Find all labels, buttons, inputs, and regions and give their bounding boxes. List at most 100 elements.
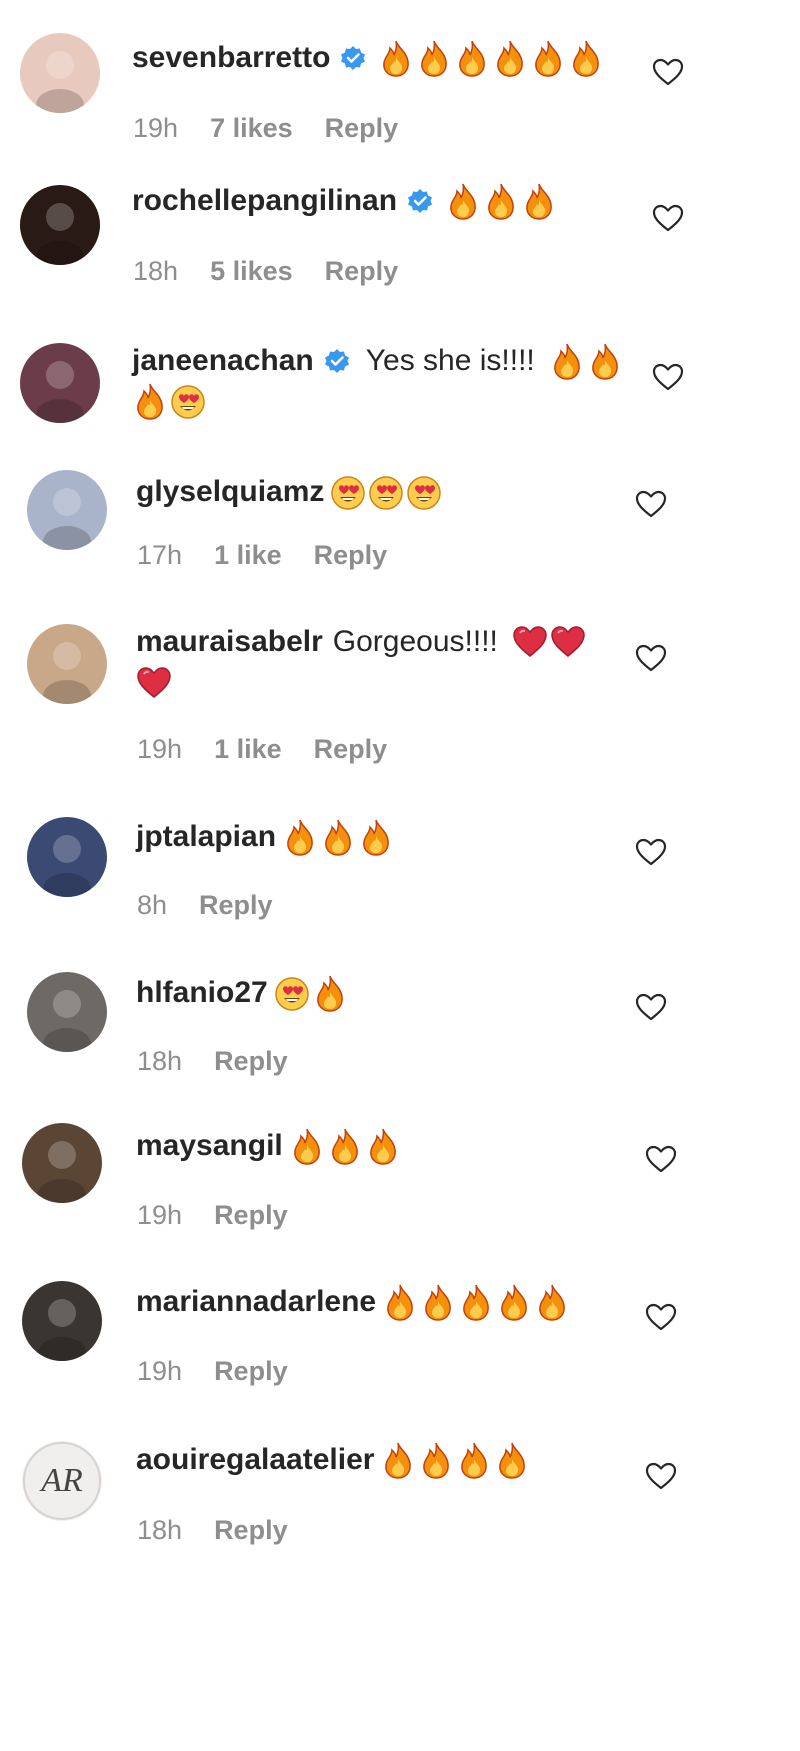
comment-meta: 19h 7 likes Reply bbox=[133, 111, 398, 145]
comment-line: rochellepangilinan bbox=[132, 181, 559, 221]
fire-emoji bbox=[380, 1441, 416, 1479]
comment-time[interactable]: 19h bbox=[133, 111, 178, 145]
comment-username[interactable]: mariannadarlene bbox=[136, 1282, 376, 1322]
heart-outline-icon[interactable] bbox=[652, 203, 684, 233]
heart-outline-icon[interactable] bbox=[635, 992, 667, 1022]
comment-username[interactable]: sevenbarretto bbox=[132, 38, 330, 78]
heart-outline-icon[interactable] bbox=[635, 489, 667, 519]
heart-eyes-emoji bbox=[368, 473, 404, 511]
heart-outline-icon[interactable] bbox=[652, 362, 684, 392]
reply-button[interactable]: Reply bbox=[214, 1044, 288, 1078]
avatar[interactable] bbox=[22, 1281, 102, 1361]
comment-username[interactable]: mauraisabelr bbox=[136, 622, 323, 662]
emoji-group bbox=[330, 473, 444, 511]
comment: sevenbarretto 19h 7 likes Reply bbox=[0, 18, 800, 168]
comment-meta: 18h Reply bbox=[137, 1513, 288, 1547]
avatar[interactable] bbox=[20, 343, 100, 423]
comment-likes[interactable]: 7 likes bbox=[210, 111, 293, 145]
fire-emoji bbox=[568, 39, 604, 77]
heart-outline-icon[interactable] bbox=[645, 1144, 677, 1174]
comment-text: Gorgeous!!!! bbox=[332, 625, 498, 658]
avatar[interactable] bbox=[20, 185, 100, 265]
comment-time[interactable]: 18h bbox=[133, 254, 178, 288]
avatar[interactable] bbox=[27, 817, 107, 897]
avatar[interactable] bbox=[22, 1123, 102, 1203]
emoji-group bbox=[289, 1127, 403, 1165]
fire-emoji bbox=[282, 818, 318, 856]
reply-button[interactable]: Reply bbox=[199, 888, 273, 922]
fire-emoji bbox=[549, 342, 585, 380]
comment-meta: 19h 1 like Reply bbox=[137, 732, 387, 766]
avatar[interactable]: AR bbox=[22, 1441, 102, 1521]
comment-username[interactable]: aouiregalaatelier bbox=[136, 1440, 374, 1480]
verified-badge-icon bbox=[407, 188, 433, 214]
heart-eyes-emoji bbox=[406, 473, 442, 511]
comment-time[interactable]: 17h bbox=[137, 538, 182, 572]
avatar[interactable] bbox=[27, 972, 107, 1052]
fire-emoji bbox=[534, 1283, 570, 1321]
heart-outline-icon[interactable] bbox=[652, 57, 684, 87]
fire-emoji bbox=[365, 1127, 401, 1165]
reply-button[interactable]: Reply bbox=[314, 538, 388, 572]
comment-meta: 17h 1 like Reply bbox=[137, 538, 387, 572]
comment-username[interactable]: rochellepangilinan bbox=[132, 181, 397, 221]
emoji-group bbox=[445, 182, 559, 220]
reply-button[interactable]: Reply bbox=[214, 1513, 288, 1547]
comment-meta: 19h Reply bbox=[137, 1354, 288, 1388]
fire-emoji bbox=[358, 818, 394, 856]
fire-emoji bbox=[454, 39, 490, 77]
fire-emoji bbox=[418, 1441, 454, 1479]
heart-outline-icon[interactable] bbox=[635, 837, 667, 867]
avatar[interactable] bbox=[27, 624, 107, 704]
comment-likes[interactable]: 5 likes bbox=[210, 254, 293, 288]
emoji-group bbox=[282, 818, 396, 856]
comment-line: sevenbarretto bbox=[132, 38, 606, 78]
emoji-group bbox=[549, 342, 625, 380]
reply-button[interactable]: Reply bbox=[314, 732, 388, 766]
comment-username[interactable]: hlfanio27 bbox=[136, 973, 268, 1013]
comment-line: maysangil bbox=[136, 1126, 403, 1166]
emoji-group bbox=[382, 1283, 572, 1321]
comment-time[interactable]: 18h bbox=[137, 1044, 182, 1078]
comment-username[interactable]: glyselquiamz bbox=[136, 472, 324, 512]
fire-emoji bbox=[494, 1441, 530, 1479]
reply-button[interactable]: Reply bbox=[214, 1198, 288, 1232]
comment-meta: 8h Reply bbox=[137, 888, 273, 922]
comment-time[interactable]: 18h bbox=[137, 1513, 182, 1547]
fire-emoji bbox=[378, 39, 414, 77]
comment-meta: 18h 5 likes Reply bbox=[133, 254, 398, 288]
comment: rochellepangilinan 18h 5 likes Reply bbox=[0, 178, 800, 328]
heart-eyes-emoji bbox=[170, 382, 206, 420]
comment-line: janeenachan Yes she is!!!! bbox=[132, 341, 625, 381]
emoji-group bbox=[274, 974, 350, 1012]
comment-time[interactable]: 8h bbox=[137, 888, 167, 922]
reply-button[interactable]: Reply bbox=[325, 254, 399, 288]
heart-outline-icon[interactable] bbox=[645, 1461, 677, 1491]
reply-button[interactable]: Reply bbox=[214, 1354, 288, 1388]
comment: jptalapian 8h Reply bbox=[0, 814, 800, 964]
comment-likes[interactable]: 1 like bbox=[214, 732, 282, 766]
comment-line-2 bbox=[132, 382, 208, 420]
heart-eyes-emoji bbox=[330, 473, 366, 511]
comment-time[interactable]: 19h bbox=[137, 1198, 182, 1232]
heart-outline-icon[interactable] bbox=[645, 1302, 677, 1332]
fire-emoji bbox=[327, 1127, 363, 1165]
fire-emoji bbox=[445, 182, 481, 220]
heart-outline-icon[interactable] bbox=[635, 643, 667, 673]
comment: maysangil 19h Reply bbox=[0, 1120, 800, 1270]
comment-likes[interactable]: 1 like bbox=[214, 538, 282, 572]
comment-line: mariannadarlene bbox=[136, 1282, 572, 1322]
avatar[interactable] bbox=[27, 470, 107, 550]
avatar[interactable] bbox=[20, 33, 100, 113]
reply-button[interactable]: Reply bbox=[325, 111, 399, 145]
comment-username[interactable]: janeenachan bbox=[132, 341, 314, 381]
comment-line: hlfanio27 bbox=[136, 973, 350, 1013]
fire-emoji bbox=[496, 1283, 532, 1321]
emoji-group bbox=[512, 623, 588, 661]
emoji-group bbox=[380, 1441, 532, 1479]
comment-username[interactable]: maysangil bbox=[136, 1126, 283, 1166]
comments-list: sevenbarretto 19h 7 likes Reply rochellepang… bbox=[0, 0, 800, 1751]
comment-time[interactable]: 19h bbox=[137, 732, 182, 766]
comment-username[interactable]: jptalapian bbox=[136, 817, 276, 857]
comment-time[interactable]: 19h bbox=[137, 1354, 182, 1388]
